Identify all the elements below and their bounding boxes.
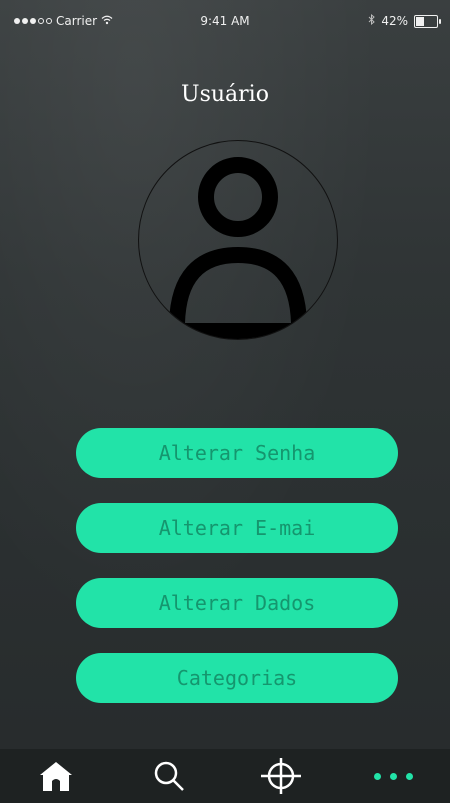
tab-search[interactable] (113, 749, 226, 803)
bluetooth-icon (368, 13, 376, 28)
user-avatar-icon[interactable] (138, 140, 338, 340)
change-password-button[interactable]: Alterar Senha (76, 428, 398, 478)
more-icon (374, 772, 414, 780)
battery-percent: 42% (381, 14, 408, 28)
crosshair-icon (261, 758, 302, 794)
account-menu: Alterar Senha Alterar E-mai Alterar Dado… (76, 428, 398, 728)
tab-crosshair[interactable] (225, 749, 338, 803)
search-icon (154, 761, 184, 791)
home-icon (40, 762, 73, 791)
tab-more[interactable] (338, 749, 450, 803)
tab-home[interactable] (0, 749, 113, 803)
change-email-button[interactable]: Alterar E-mai (76, 503, 398, 553)
page-title: Usuário (181, 82, 269, 107)
tab-bar (0, 749, 450, 803)
battery-icon (414, 14, 441, 28)
change-data-button[interactable]: Alterar Dados (76, 578, 398, 628)
status-right: 42% (368, 13, 441, 28)
status-bar: Carrier 9:41 AM 42% (0, 0, 450, 44)
battery-fill (416, 16, 424, 26)
categories-button[interactable]: Categorias (76, 653, 398, 703)
screen: Carrier 9:41 AM 42% Usuário Alterar Senh… (0, 0, 450, 803)
